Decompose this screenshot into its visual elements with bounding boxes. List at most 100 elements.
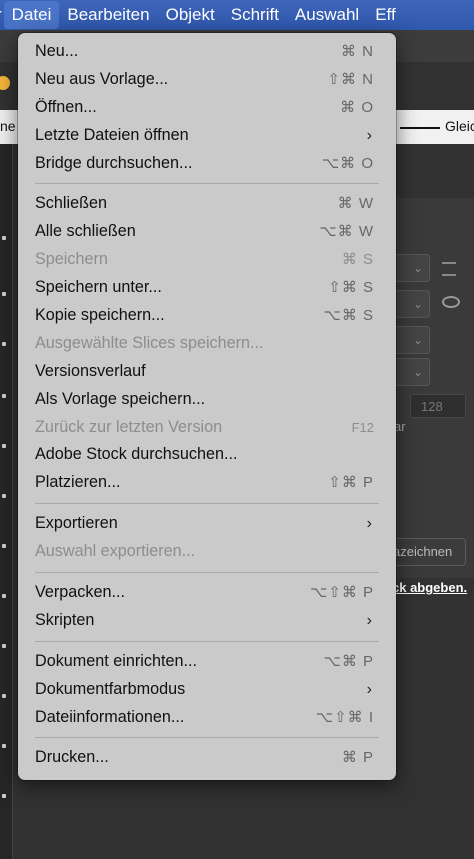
menu-item-label: Speichern <box>35 250 108 269</box>
menu-item-label: Dokument einrichten... <box>35 651 197 670</box>
menu-item-shortcut: ⇧⌘ P <box>328 474 374 492</box>
tools-sidebar <box>0 144 13 859</box>
menu-item[interactable]: Bridge durchsuchen... ⌥⌘ O <box>18 150 396 178</box>
menu-item-label: Neu... <box>35 42 79 60</box>
chevron-down-icon: ⌄ <box>412 261 423 275</box>
menu-item-shortcut: ⌘ O <box>340 98 374 116</box>
menu-item-label: Platzieren... <box>35 473 121 492</box>
menu-item-label: Exportieren <box>35 514 118 533</box>
panel-dropdown[interactable]: ⌄ <box>392 290 430 318</box>
tool-icon[interactable] <box>2 794 6 798</box>
menu-item[interactable]: Speichern unter... ⇧⌘ S <box>18 274 396 302</box>
tool-icon[interactable] <box>2 494 6 498</box>
menu-item-shortcut: ⌘ W <box>337 195 374 213</box>
panel-menu-icon[interactable] <box>442 262 456 276</box>
menu-item: Zurück zur letzten Version F12 <box>18 414 396 442</box>
tool-icon[interactable] <box>2 394 6 398</box>
menu-item[interactable]: Dateiinformationen... ⌥⇧⌘ I <box>18 704 396 732</box>
file-menu-dropdown: Neu... ⌘ N Neu aus Vorlage... ⇧⌘ N Öffnen...… <box>18 33 396 780</box>
menu-item[interactable]: Schließen ⌘ W <box>18 190 396 218</box>
menu-item-shortcut: ⌥⌘ P <box>323 652 374 670</box>
menu-item: Ausgewählte Slices speichern... <box>18 330 396 358</box>
menu-separator <box>35 572 379 574</box>
menu-item[interactable]: Platzieren... ⇧⌘ P <box>18 469 396 497</box>
tool-icon[interactable] <box>2 342 6 346</box>
menu-item-label: Auswahl exportieren... <box>35 542 196 561</box>
menu-item[interactable]: Drucken... ⌘ P <box>18 744 396 772</box>
menu-item[interactable]: Exportieren › <box>18 510 396 538</box>
menu-item-label: Speichern unter... <box>35 278 162 297</box>
menu-separator <box>35 503 379 505</box>
tool-icon[interactable] <box>2 644 6 648</box>
menu-item[interactable]: Alle schließen ⌥⌘ W <box>18 218 396 246</box>
tool-icon[interactable] <box>2 292 6 296</box>
menu-item-label: Als Vorlage speichern... <box>35 389 206 408</box>
menu-item[interactable]: Neu... ⌘ N <box>18 38 396 66</box>
menu-item-label: Dateiinformationen... <box>35 707 185 726</box>
menu-item-shortcut: ⇧⌘ N <box>327 70 374 88</box>
chevron-right-icon: › <box>366 680 372 698</box>
menubar-item[interactable]: Auswahl <box>287 0 367 30</box>
menu-item-label: Skripten <box>35 610 95 629</box>
menu-separator <box>35 183 379 185</box>
menu-item-label: Versionsverlauf <box>35 361 146 380</box>
menu-item[interactable]: Öffnen... ⌘ O <box>18 94 396 122</box>
control-bar-label: ne <box>0 118 16 134</box>
menubar-item[interactable]: Eff <box>367 0 403 30</box>
chevron-right-icon: › <box>366 126 372 144</box>
panel-button[interactable]: azeichnen <box>384 538 466 566</box>
menu-item: Speichern ⌘ S <box>18 246 396 274</box>
menu-item-shortcut: ⇧⌘ S <box>328 279 374 297</box>
panel-dropdown[interactable]: ⌄ <box>392 358 430 386</box>
menu-item-shortcut: ⌥⌘ W <box>319 223 374 241</box>
tool-icon[interactable] <box>2 544 6 548</box>
menu-item[interactable]: Versionsverlauf <box>18 358 396 386</box>
menu-item-shortcut: ⌥⌘ S <box>323 307 374 325</box>
menu-item[interactable]: Als Vorlage speichern... <box>18 386 396 414</box>
chevron-down-icon: ⌄ <box>412 333 423 347</box>
menu-item-label: Bridge durchsuchen... <box>35 153 193 172</box>
menu-item[interactable]: Kopie speichern... ⌥⌘ S <box>18 302 396 330</box>
menu-item-label: Adobe Stock durchsuchen... <box>35 445 238 464</box>
menubar-item[interactable]: Datei <box>3 1 60 29</box>
menu-item[interactable]: Dokumentfarbmodus › <box>18 676 396 704</box>
menu-item[interactable]: Skripten › <box>18 607 396 635</box>
menu-item-label: Ausgewählte Slices speichern... <box>35 333 264 352</box>
chevron-down-icon: ⌄ <box>412 365 423 379</box>
menu-item-label: Neu aus Vorlage... <box>35 69 169 88</box>
menu-bar: rDateiBearbeitenObjektSchriftAuswahlEff <box>0 0 474 30</box>
eye-icon[interactable] <box>442 296 460 308</box>
chevron-right-icon: › <box>366 611 372 629</box>
menu-item-shortcut: F12 <box>351 419 374 435</box>
menubar-item[interactable]: Schrift <box>223 0 287 30</box>
menubar-item[interactable]: Bearbeiten <box>59 0 157 30</box>
menu-item[interactable]: Letzte Dateien öffnen › <box>18 122 396 150</box>
number-field[interactable]: 128 <box>410 394 466 418</box>
menu-item-label: Öffnen... <box>35 97 97 116</box>
menu-item-label: Schließen <box>35 194 107 213</box>
tool-icon[interactable] <box>2 744 6 748</box>
menu-separator <box>35 737 379 739</box>
menu-item-label: Verpacken... <box>35 583 125 602</box>
menu-item[interactable]: Dokument einrichten... ⌥⌘ P <box>18 648 396 676</box>
menu-item-label: Drucken... <box>35 748 109 767</box>
menu-item-shortcut: ⌥⌘ O <box>321 154 374 172</box>
tool-icon[interactable] <box>2 444 6 448</box>
menu-item-shortcut: ⌘ P <box>341 749 374 767</box>
panel-dropdown[interactable]: ⌄ <box>392 326 430 354</box>
menu-item-label: Kopie speichern... <box>35 306 165 325</box>
menu-item[interactable]: Adobe Stock durchsuchen... <box>18 441 396 469</box>
panel-dropdown[interactable]: ⌄ <box>392 254 430 282</box>
tool-icon[interactable] <box>2 694 6 698</box>
menu-item[interactable]: Neu aus Vorlage... ⇧⌘ N <box>18 66 396 94</box>
feedback-link[interactable]: ck abgeben. <box>392 580 467 595</box>
menu-item[interactable]: Verpacken... ⌥⇧⌘ P <box>18 579 396 607</box>
menubar-item[interactable]: Objekt <box>158 0 223 30</box>
menu-item-label: Alle schließen <box>35 222 136 241</box>
menu-item-label: Zurück zur letzten Version <box>35 417 223 436</box>
tool-icon[interactable] <box>2 236 6 240</box>
control-bar-right-label: Gleic <box>445 118 474 134</box>
menu-item-shortcut: ⌘ N <box>341 43 374 60</box>
tool-icon[interactable] <box>2 594 6 598</box>
stroke-line-preview[interactable] <box>400 127 440 129</box>
